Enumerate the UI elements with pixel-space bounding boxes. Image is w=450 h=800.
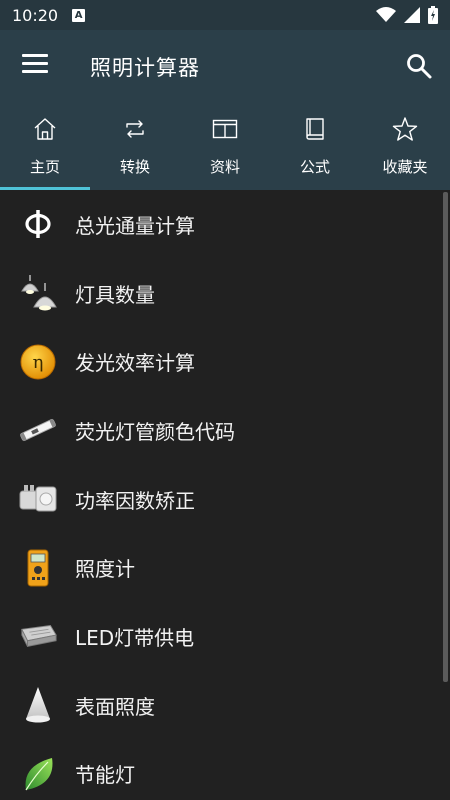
tab-convert[interactable]: 转换 (90, 102, 180, 190)
lamps-icon (18, 273, 58, 313)
list-item-lux-meter[interactable]: 照度计 (0, 533, 450, 602)
tab-label: 主页 (29, 158, 60, 176)
feature-list: 总光通量计算 灯具数量 η 发光效率计算 荧光灯管颜色代码 功率因数矫正 照度计… (0, 190, 450, 800)
tab-label: 收藏夹 (382, 158, 428, 176)
list-item-energy-saving-lamp[interactable]: 节能灯 (0, 740, 450, 800)
status-icons (376, 6, 438, 24)
menu-button[interactable] (22, 54, 48, 76)
list-item-label: 表面照度 (75, 694, 155, 719)
hamburger-icon (22, 54, 48, 57)
light-cone-icon (18, 685, 58, 725)
star-icon (392, 117, 418, 141)
page-title: 照明计算器 (90, 56, 200, 80)
search-button[interactable] (405, 52, 433, 80)
status-time: 10:20 (12, 5, 59, 25)
list-item-label: 荧光灯管颜色代码 (75, 419, 235, 444)
eta-icon: η (18, 342, 58, 382)
tab-label: 转换 (119, 158, 150, 176)
lux-meter-icon (18, 548, 58, 588)
wifi-icon (376, 7, 396, 22)
book-open-icon (212, 119, 238, 139)
app-bar: 照明计算器 (0, 30, 450, 102)
leaf-icon (18, 754, 58, 794)
list-item-label: 功率因数矫正 (75, 488, 195, 513)
list-item-label: LED灯带供电 (75, 625, 195, 650)
tab-label: 资料 (209, 158, 240, 176)
tab-bar: 主页 转换 资料 公式 收藏夹 (0, 102, 450, 190)
list-item-label: 发光效率计算 (75, 351, 195, 376)
notification-a-icon: A (72, 8, 86, 22)
list-item-label: 灯具数量 (75, 282, 155, 307)
list-item-label: 节能灯 (75, 763, 135, 788)
battery-icon (428, 6, 438, 24)
swap-icon (126, 120, 144, 138)
list-item-surface-illuminance[interactable]: 表面照度 (0, 671, 450, 740)
list-item-label: 总光通量计算 (75, 213, 195, 238)
list-item-fluorescent-color-code[interactable]: 荧光灯管颜色代码 (0, 396, 450, 465)
svg-text:η: η (33, 352, 44, 373)
led-driver-icon (18, 616, 58, 656)
list-scrollbar[interactable] (443, 192, 448, 682)
tab-formulas[interactable]: 公式 (270, 102, 360, 190)
signal-icon (404, 7, 420, 23)
tab-home[interactable]: 主页 (0, 102, 90, 190)
list-item-power-factor-correction[interactable]: 功率因数矫正 (0, 465, 450, 534)
home-icon (34, 118, 56, 140)
book-icon (306, 118, 324, 140)
search-icon (407, 54, 432, 79)
list-item-label: 照度计 (75, 557, 135, 582)
status-bar: 10:20 A (0, 0, 450, 30)
list-item-luminous-efficacy[interactable]: η 发光效率计算 (0, 327, 450, 396)
capacitor-icon (18, 479, 58, 519)
hamburger-line (22, 62, 48, 65)
fluorescent-tube-icon (18, 410, 58, 450)
list-item-total-luminous-flux[interactable]: 总光通量计算 (0, 190, 450, 259)
tab-resources[interactable]: 资料 (180, 102, 270, 190)
list-item-luminaire-count[interactable]: 灯具数量 (0, 259, 450, 328)
tab-label: 公式 (299, 158, 330, 176)
phi-icon (18, 204, 58, 244)
tab-favorites[interactable]: 收藏夹 (360, 102, 450, 190)
hamburger-line (22, 70, 48, 73)
list-item-led-strip-power[interactable]: LED灯带供电 (0, 602, 450, 671)
